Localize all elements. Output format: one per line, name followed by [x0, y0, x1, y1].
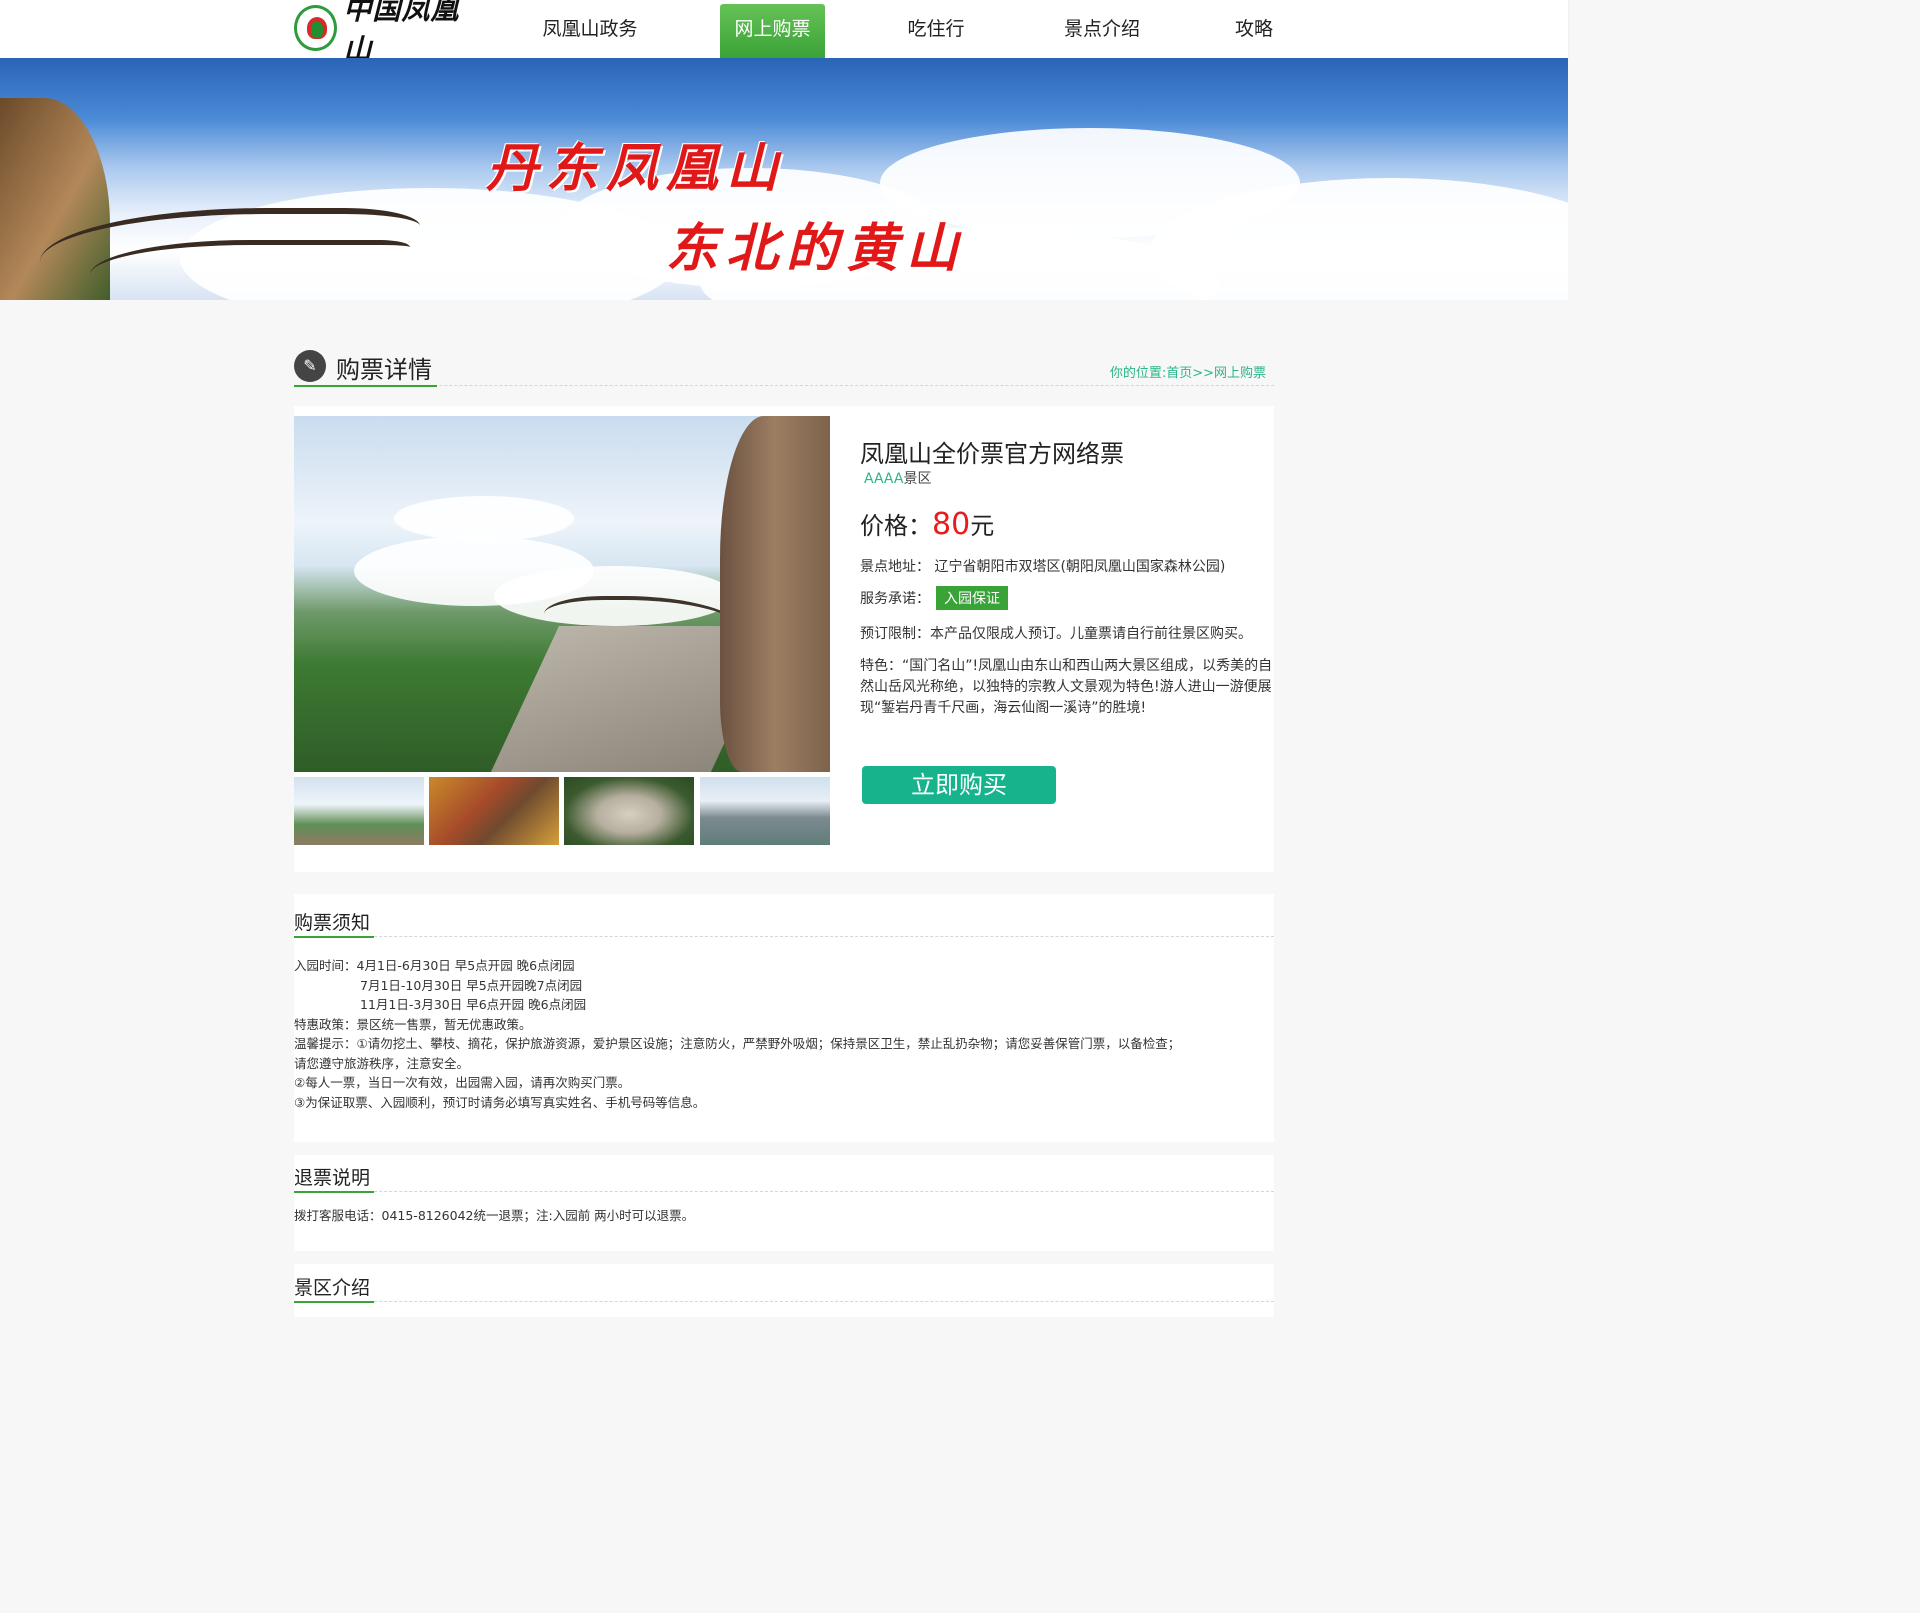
thumbnail-2[interactable]: [429, 777, 559, 845]
service-row: 服务承诺： 入园保证: [860, 586, 1008, 610]
ticket-notice-box: 购票须知 入园时间：4月1日-6月30日 早5点开园 晚6点闭园 7月1日-10…: [294, 894, 1274, 1142]
nav-item-online-tickets[interactable]: 网上购票: [720, 4, 825, 58]
banner-headline-1: 丹东凤凰山: [486, 138, 787, 199]
level-suffix: 景区: [903, 471, 932, 487]
address-row: 景点地址： 辽宁省朝阳市双塔区(朝阳凤凰山国家森林公园): [860, 556, 1225, 576]
notice-line: 11月1日-3月30日 早6点开园 晚6点闭园: [360, 997, 587, 1012]
breadcrumb[interactable]: 你的位置:首页>>网上购票: [1110, 362, 1266, 381]
refund-box: 退票说明 拨打客服电话：0415-8126042统一退票；注:入园前 两小时可以…: [294, 1155, 1274, 1251]
price-value: 80: [932, 507, 971, 542]
notice-line: ②每人一票，当日一次有效，出园需入园，请再次购买门票。: [294, 1075, 631, 1090]
notice-line: 7月1日-10月30日 早5点开园晚7点闭园: [360, 978, 583, 993]
thumbnail-3[interactable]: [564, 777, 694, 845]
service-badge: 入园保证: [936, 586, 1008, 610]
product-price: 价格：80元: [860, 506, 994, 542]
product-name: 凤凰山全价票官方网络票: [860, 440, 1124, 468]
notice-title: 购票须知: [294, 912, 371, 934]
buy-now-button[interactable]: 立即购买: [862, 766, 1056, 804]
address-value: 辽宁省朝阳市双塔区(朝阳凤凰山国家森林公园): [934, 559, 1226, 575]
top-header: 中国凤凰山 凤凰山政务 网上购票 吃住行 景点介绍 攻略: [0, 0, 1568, 66]
notice-line: 温馨提示：①请勿挖土、攀枝、摘花，保护旅游资源，爱护景区设施；注意防火，严禁野外…: [294, 1036, 1181, 1051]
thumbnail-1[interactable]: [294, 777, 424, 845]
section-title-underline: [294, 385, 437, 387]
ticket-icon: ✎: [294, 350, 326, 382]
refund-title: 退票说明: [294, 1167, 371, 1189]
level-rating: AAAA: [864, 471, 904, 487]
notice-line: 入园时间：4月1日-6月30日 早5点开园 晚6点闭园: [294, 958, 575, 973]
notice-line: 特惠政策：景区统一售票，暂无优惠政策。: [294, 1017, 532, 1032]
restriction-text: 预订限制：本产品仅限成人预订。儿童票请自行前往景区购买。: [860, 626, 1252, 642]
hero-banner: 丹东凤凰山 东北的黄山: [0, 58, 1568, 300]
phoenix-logo-icon: [294, 5, 338, 51]
nav-item-food-lodging[interactable]: 吃住行: [890, 4, 982, 58]
price-unit: 元: [970, 512, 995, 540]
main-photo: [294, 416, 830, 772]
feature-text: 特色：“国门名山”!凤凰山由东山和西山两大景区组成，以秀美的自然山岳风光称绝，以…: [860, 658, 1273, 716]
notice-line: 请您遵守旅游秩序，注意安全。: [294, 1056, 470, 1071]
address-label: 景点地址：: [860, 559, 930, 575]
section-title: 购票详情: [336, 356, 432, 384]
banner-headline-2: 东北的黄山: [666, 218, 967, 279]
thumbnail-4[interactable]: [700, 777, 830, 845]
section-header: ✎ 购票详情 你的位置:首页>>网上购票: [294, 350, 1274, 387]
price-label: 价格：: [860, 512, 932, 540]
notice-line: ③为保证取票、入园顺利，预订时请务必填写真实姓名、手机号码等信息。: [294, 1095, 706, 1110]
nav-item-government[interactable]: 凤凰山政务: [530, 4, 650, 58]
nav-item-guides[interactable]: 攻略: [1224, 4, 1284, 58]
site-logo[interactable]: 中国凤凰山: [294, 0, 479, 66]
refund-text: 拨打客服电话：0415-8126042统一退票；注:入园前 两小时可以退票。: [294, 1208, 695, 1223]
nav-item-attractions[interactable]: 景点介绍: [1050, 4, 1154, 58]
service-label: 服务承诺：: [860, 591, 930, 607]
intro-title: 景区介绍: [294, 1277, 371, 1299]
intro-box: 景区介绍: [294, 1264, 1274, 1317]
product-card: 凤凰山全价票官方网络票 AAAA景区 价格：80元 景点地址： 辽宁省朝阳市双塔…: [294, 406, 1274, 872]
product-level: AAAA景区: [864, 468, 931, 488]
